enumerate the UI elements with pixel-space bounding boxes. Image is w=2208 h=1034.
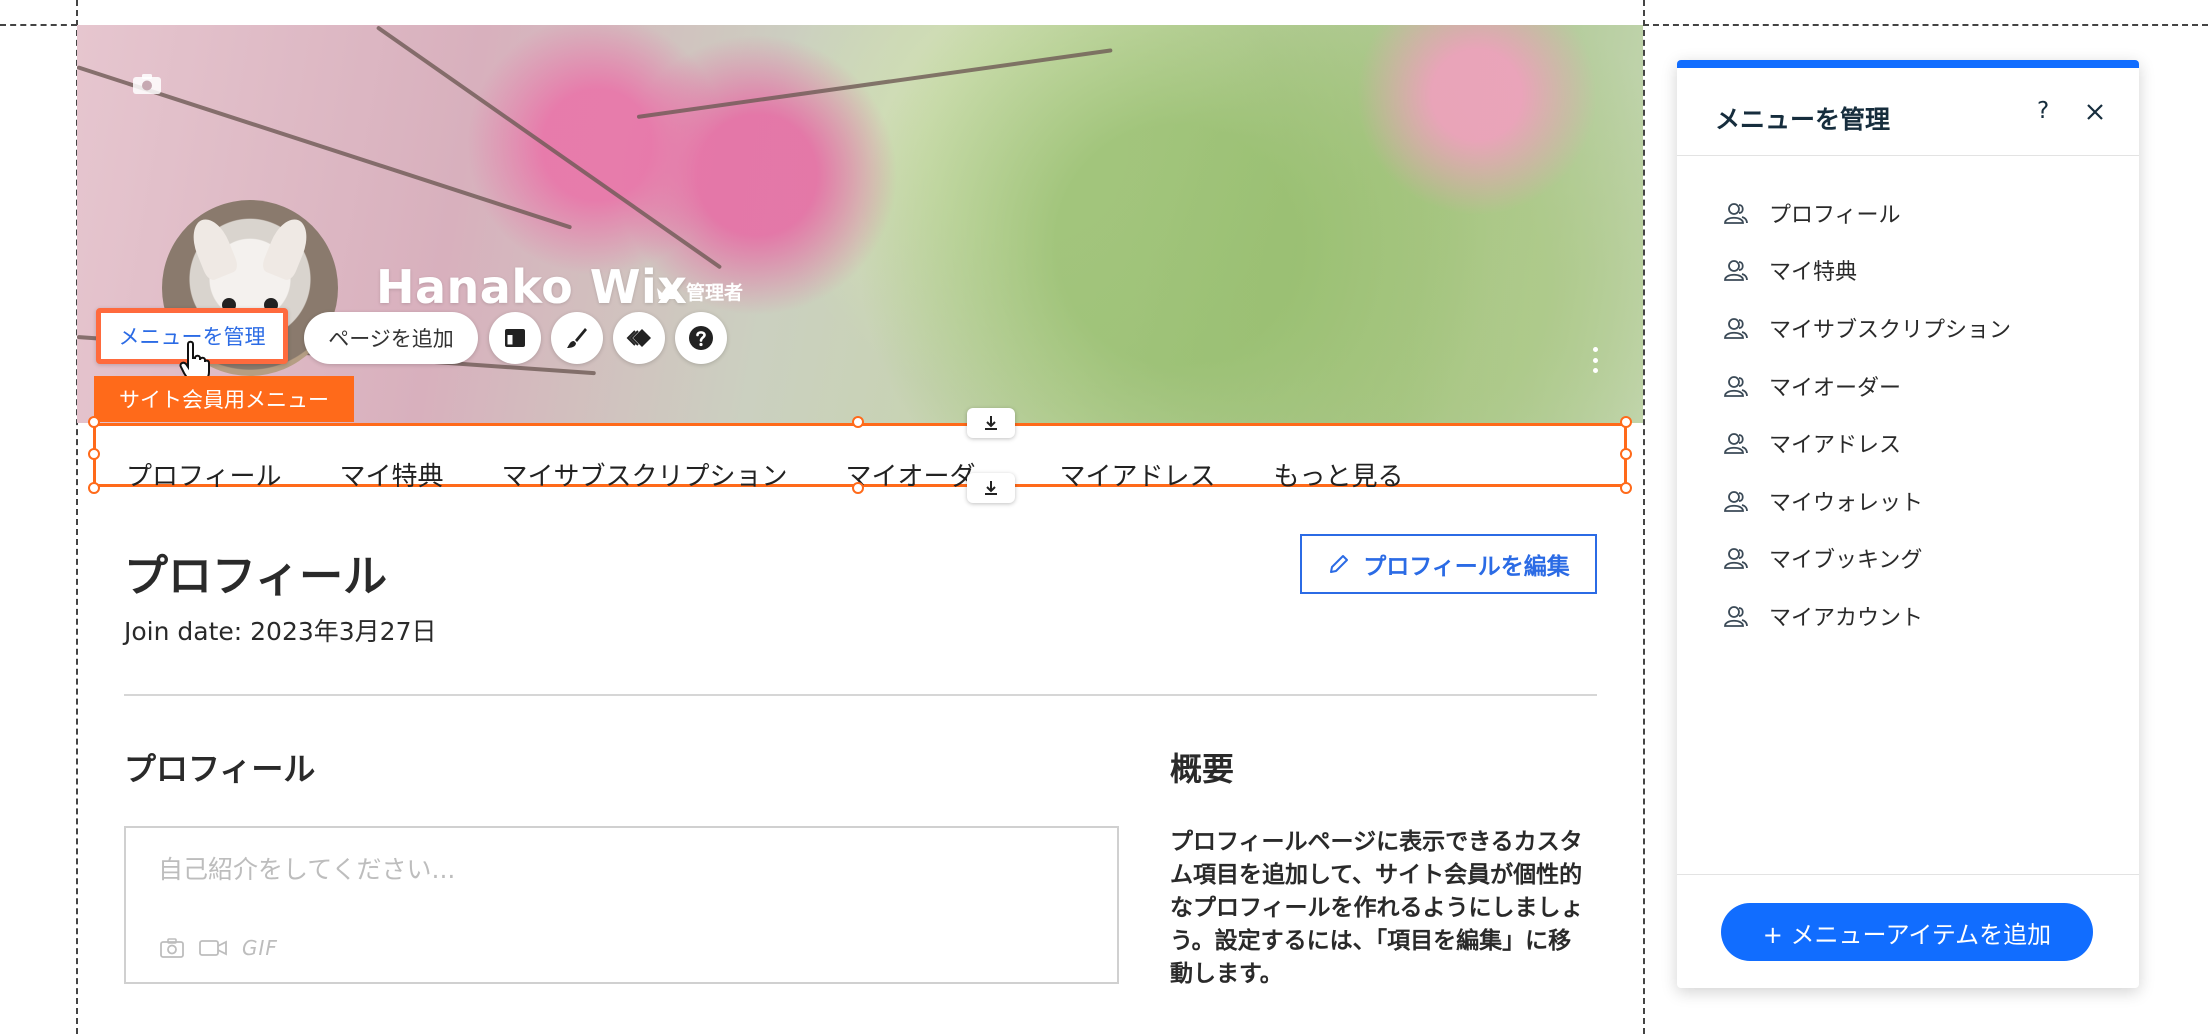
bio-placeholder: 自己紹介をしてください... <box>158 855 456 884</box>
camera-icon[interactable] <box>132 73 162 95</box>
panel-title: メニューを管理 <box>1715 105 1891 134</box>
resize-handle[interactable] <box>88 416 100 428</box>
panel-header: メニューを管理 ? <box>1677 68 2139 156</box>
photo-icon[interactable] <box>160 938 184 958</box>
panel-item-subscriptions[interactable]: マイサブスクリプション <box>1723 299 2011 357</box>
download-icon <box>985 481 997 495</box>
members-icon <box>1724 260 1748 282</box>
bio-toolbar: GIF <box>160 936 278 960</box>
panel-item-profile[interactable]: プロフィール <box>1723 184 2011 242</box>
members-icon <box>1724 606 1748 627</box>
resize-handle[interactable] <box>88 448 100 460</box>
member-name: Hanako Wix <box>376 260 688 314</box>
animation-button[interactable] <box>613 312 665 364</box>
pencil-icon <box>1330 555 1349 573</box>
crown-icon <box>657 285 677 299</box>
menu-item-rewards[interactable]: マイ特典 <box>339 456 443 493</box>
panel-item-label: マイアカウント <box>1769 605 1924 631</box>
add-menu-item-button[interactable]: + メニューアイテムを追加 <box>1721 903 2093 961</box>
panel-item-label: マイアドレス <box>1769 433 1902 459</box>
layout-icon <box>505 329 525 347</box>
branch-shape <box>636 48 1113 119</box>
add-page-button[interactable]: ページを追加 <box>304 312 478 364</box>
join-date: Join date: 2023年3月27日 <box>124 617 437 646</box>
panel-item-label: マイオーダー <box>1769 375 1902 401</box>
panel-item-label: マイサブスクリプション <box>1769 317 2012 343</box>
menu-item-subscriptions[interactable]: マイサブスクリプション <box>502 456 788 493</box>
resize-handle[interactable] <box>1620 416 1632 428</box>
resize-handle[interactable] <box>1620 482 1632 494</box>
avatar-ear <box>185 213 241 283</box>
profile-section-title: プロフィール <box>124 750 316 788</box>
panel-item-account[interactable]: マイアカウント <box>1723 587 2011 645</box>
members-menu-bar[interactable]: プロフィール マイ特典 マイサブスクリプション マイオーダー マイアドレス もっ… <box>93 423 1627 492</box>
panel-item-label: マイ特典 <box>1769 260 1858 286</box>
panel-menu-list: プロフィール マイ特典 マイサブスクリプション マイオーダー マイアドレス マイ… <box>1723 184 2011 645</box>
panel-item-label: マイウォレット <box>1769 490 1924 516</box>
members-menu-items: プロフィール マイ特典 マイサブスクリプション マイオーダー マイアドレス もっ… <box>126 456 1404 493</box>
panel-item-addresses[interactable]: マイアドレス <box>1723 414 2011 472</box>
menu-item-profile[interactable]: プロフィール <box>126 456 281 493</box>
resize-handle[interactable] <box>88 482 100 494</box>
resize-handle[interactable] <box>852 416 864 428</box>
members-icon <box>1724 375 1748 397</box>
panel-item-orders[interactable]: マイオーダー <box>1723 357 2011 415</box>
panel-item-label: プロフィール <box>1769 202 1901 228</box>
help-button[interactable] <box>675 312 727 364</box>
close-icon[interactable] <box>2085 102 2105 122</box>
content-divider <box>124 694 1597 696</box>
download-icon <box>985 416 997 430</box>
panel-footer: + メニューアイテムを追加 <box>1677 874 2139 988</box>
members-icon <box>1724 548 1748 570</box>
layout-button[interactable] <box>489 312 541 364</box>
menu-item-more[interactable]: もっと見る <box>1274 456 1404 493</box>
site-menu-tag: サイト会員用メニュー <box>94 376 354 422</box>
editor-guide-right <box>1643 0 1645 1034</box>
edit-profile-label: プロフィールを編集 <box>1363 554 1570 580</box>
members-icon <box>1724 490 1748 512</box>
more-options-icon[interactable] <box>1591 347 1599 373</box>
panel-item-rewards[interactable]: マイ特典 <box>1723 242 2011 300</box>
design-button[interactable] <box>551 312 603 364</box>
gif-button[interactable]: GIF <box>242 936 278 960</box>
editor-guide-top-right <box>1643 24 2208 26</box>
panel-item-label: マイブッキング <box>1769 548 1923 574</box>
stretch-bottom-button[interactable] <box>967 473 1015 503</box>
panel-item-wallet[interactable]: マイウォレット <box>1723 472 2011 530</box>
stretch-top-button[interactable] <box>967 408 1015 438</box>
panel-item-bookings[interactable]: マイブッキング <box>1723 530 2011 588</box>
branch-shape <box>375 25 723 270</box>
admin-badge-label: 管理者 <box>686 282 744 304</box>
editor-guide-top-left <box>0 24 77 26</box>
brush-icon <box>567 328 587 348</box>
manage-menu-panel: メニューを管理 ? プロフィール マイ特典 マイサブスクリプション マイオーダー… <box>1677 60 2139 988</box>
about-section-title: 概要 <box>1170 750 1235 788</box>
edit-profile-button[interactable]: プロフィールを編集 <box>1300 534 1597 594</box>
resize-handle[interactable] <box>852 482 864 494</box>
page-title: プロフィール <box>124 551 388 602</box>
about-description: プロフィールページに表示できるカスタム項目を追加して、サイト会員が個性的なプロフ… <box>1170 829 1584 987</box>
question-icon <box>689 326 713 350</box>
bio-input[interactable]: 自己紹介をしてください... GIF <box>124 826 1119 984</box>
avatar-ear <box>259 213 315 283</box>
members-icon <box>1724 433 1748 455</box>
cover-image[interactable] <box>77 25 1643 423</box>
video-icon[interactable] <box>198 938 228 958</box>
help-icon[interactable]: ? <box>2037 98 2049 124</box>
admin-badge: 管理者 <box>656 278 743 305</box>
resize-handle[interactable] <box>1620 448 1632 460</box>
members-icon <box>1724 202 1748 224</box>
animation-icon <box>626 329 651 347</box>
members-icon <box>1724 318 1748 339</box>
menu-item-addresses[interactable]: マイアドレス <box>1060 456 1216 493</box>
